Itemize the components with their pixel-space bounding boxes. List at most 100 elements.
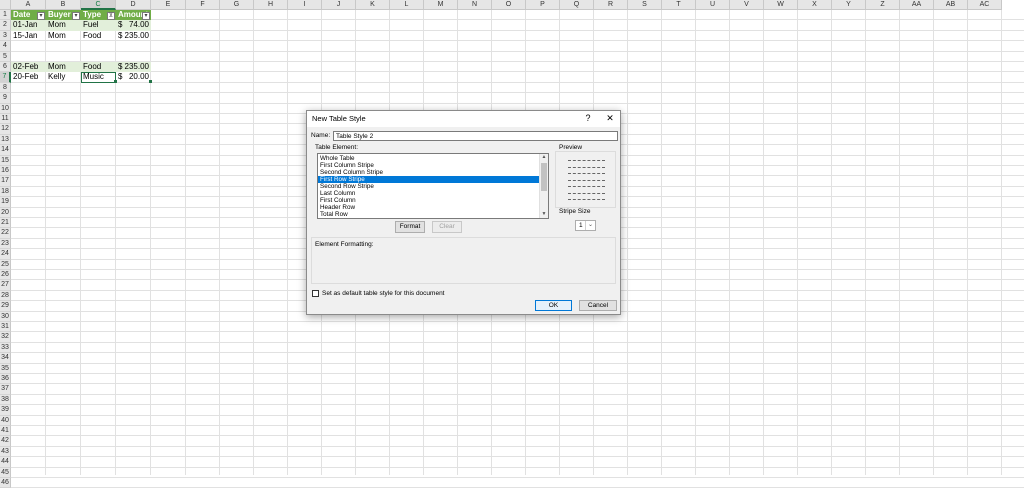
row-header-21[interactable]: 21 [0, 218, 11, 229]
chevron-down-icon[interactable]: ⌄ [585, 221, 595, 230]
row-header-12[interactable]: 12 [0, 124, 11, 135]
list-scrollbar[interactable]: ▲ ▼ [539, 154, 548, 218]
table-cell-amount[interactable]: $235.00 [116, 62, 151, 73]
table-cell-buyer[interactable]: Kelly [46, 72, 81, 82]
clear-button[interactable]: Clear [432, 221, 462, 233]
table-cell-date[interactable]: 15-Jan [11, 31, 46, 41]
row-header-11[interactable]: 11 [0, 114, 11, 125]
default-style-checkbox[interactable] [312, 290, 319, 297]
row-header-3[interactable]: 3 [0, 30, 11, 42]
row-header-33[interactable]: 33 [0, 342, 11, 354]
table-element-item[interactable]: Second Row Stripe [318, 183, 539, 190]
row-header-17[interactable]: 17 [0, 176, 11, 187]
column-header-aa[interactable]: AA [900, 0, 934, 10]
row-header-43[interactable]: 43 [0, 446, 11, 458]
row-header-24[interactable]: 24 [0, 249, 11, 260]
table-cell-buyer[interactable]: Mom [46, 20, 81, 31]
row-header-14[interactable]: 14 [0, 145, 11, 156]
row-header-19[interactable]: 19 [0, 197, 11, 208]
row-header-34[interactable]: 34 [0, 353, 11, 364]
row-header-22[interactable]: 22 [0, 228, 11, 239]
filter-dropdown-icon[interactable]: ▾ [142, 11, 150, 20]
scroll-down-icon[interactable]: ▼ [540, 211, 548, 218]
table-cell-type[interactable]: Food [81, 31, 116, 41]
column-header-e[interactable]: E [151, 0, 186, 10]
column-header-w[interactable]: W [764, 0, 798, 10]
ok-button[interactable]: OK [535, 300, 572, 311]
row-header-40[interactable]: 40 [0, 415, 11, 426]
dialog-titlebar[interactable]: New Table Style ? ✕ [307, 111, 620, 127]
row-header-35[interactable]: 35 [0, 363, 11, 374]
table-resize-handle[interactable] [149, 79, 152, 83]
row-header-30[interactable]: 30 [0, 311, 11, 322]
table-element-item[interactable]: Last Column [318, 190, 539, 197]
row-header-31[interactable]: 31 [0, 322, 11, 333]
column-header-n[interactable]: N [458, 0, 492, 10]
row-header-8[interactable]: 8 [0, 82, 11, 94]
row-header-42[interactable]: 42 [0, 436, 11, 447]
row-header-23[interactable]: 23 [0, 238, 11, 250]
column-header-o[interactable]: O [492, 0, 526, 10]
table-cell-buyer[interactable]: Mom [46, 31, 81, 41]
column-header-f[interactable]: F [186, 0, 220, 10]
row-header-26[interactable]: 26 [0, 270, 11, 281]
table-cell-date[interactable]: 01-Jan [11, 20, 46, 31]
table-cell-date[interactable]: 02-Feb [11, 62, 46, 73]
table-cell-type[interactable]: Fuel [81, 20, 116, 31]
row-header-36[interactable]: 36 [0, 374, 11, 385]
row-header-18[interactable]: 18 [0, 186, 11, 198]
row-header-39[interactable]: 39 [0, 405, 11, 416]
column-header-c[interactable]: C [81, 0, 116, 10]
row-header-13[interactable]: 13 [0, 134, 11, 146]
table-cell-amount[interactable]: $235.00 [116, 31, 151, 41]
row-header-29[interactable]: 29 [0, 301, 11, 312]
column-header-l[interactable]: L [390, 0, 424, 10]
table-cell-type[interactable]: Food [81, 62, 116, 73]
column-header-q[interactable]: Q [560, 0, 594, 10]
name-input[interactable]: Table Style 2 [333, 131, 618, 141]
table-element-item[interactable]: First Column Stripe [318, 162, 539, 169]
table-element-item[interactable]: Total Row [318, 211, 539, 218]
column-header-u[interactable]: U [696, 0, 730, 10]
row-header-44[interactable]: 44 [0, 457, 11, 468]
column-header-d[interactable]: D [116, 0, 151, 10]
column-header-s[interactable]: S [628, 0, 662, 10]
row-header-45[interactable]: 45 [0, 467, 11, 478]
table-cell-amount[interactable]: $20.00 [116, 72, 151, 82]
row-header-28[interactable]: 28 [0, 290, 11, 302]
column-header-x[interactable]: X [798, 0, 832, 10]
row-header-10[interactable]: 10 [0, 103, 11, 114]
format-button[interactable]: Format [395, 221, 425, 233]
select-all-corner[interactable] [0, 0, 11, 10]
column-header-z[interactable]: Z [866, 0, 900, 10]
column-header-t[interactable]: T [662, 0, 696, 10]
column-header-j[interactable]: J [322, 0, 356, 10]
filter-active-icon[interactable]: ⊻ [107, 11, 115, 20]
table-element-item[interactable]: Header Row [318, 204, 539, 211]
column-header-ac[interactable]: AC [968, 0, 1002, 10]
row-header-16[interactable]: 16 [0, 166, 11, 177]
row-header-37[interactable]: 37 [0, 384, 11, 395]
row-header-38[interactable]: 38 [0, 394, 11, 406]
fill-handle[interactable] [114, 79, 117, 83]
row-header-27[interactable]: 27 [0, 280, 11, 291]
row-header-46[interactable]: 46 [0, 478, 11, 488]
stripe-size-select[interactable]: 1 ⌄ [575, 220, 596, 231]
table-element-item[interactable]: First Row Stripe [318, 176, 539, 183]
column-header-p[interactable]: P [526, 0, 560, 10]
table-cell-type[interactable]: Music [81, 72, 116, 83]
row-header-15[interactable]: 15 [0, 155, 11, 166]
table-element-item[interactable]: Whole Table [318, 155, 539, 162]
column-header-k[interactable]: K [356, 0, 390, 10]
row-header-6[interactable]: 6 [0, 62, 11, 73]
close-icon[interactable]: ✕ [604, 113, 616, 124]
row-header-32[interactable]: 32 [0, 332, 11, 343]
row-header-20[interactable]: 20 [0, 207, 11, 218]
table-cell-buyer[interactable]: Mom [46, 62, 81, 73]
cancel-button[interactable]: Cancel [579, 300, 617, 311]
row-header-7[interactable]: 7 [0, 72, 11, 83]
row-header-9[interactable]: 9 [0, 93, 11, 104]
table-element-item[interactable]: First Column [318, 197, 539, 204]
help-icon[interactable]: ? [582, 113, 594, 123]
row-header-1[interactable]: 1 [0, 10, 11, 21]
